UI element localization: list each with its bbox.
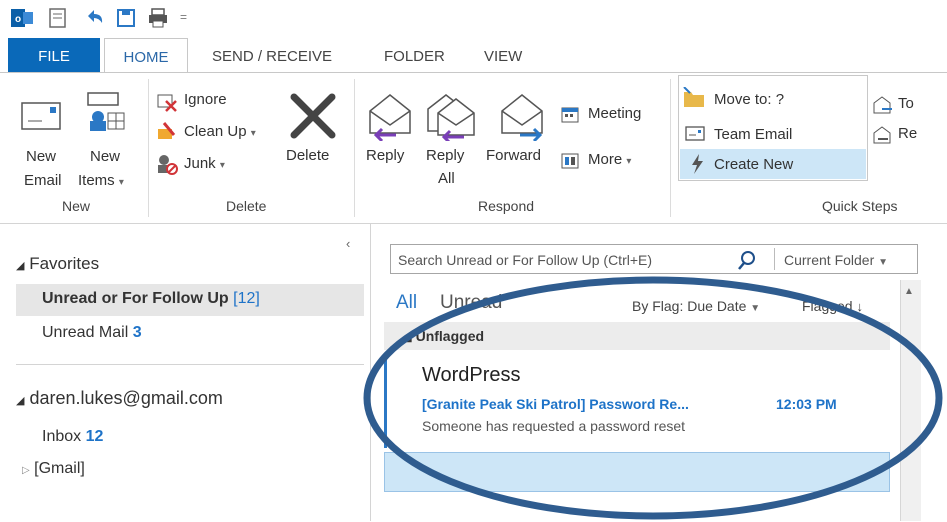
- save-icon[interactable]: [114, 6, 138, 30]
- group-separator: [354, 79, 355, 217]
- reply-all-label-2: All: [438, 170, 455, 187]
- envelope-icon: [21, 102, 61, 130]
- more-label: More ▾: [588, 151, 632, 168]
- folder-unread-mail[interactable]: Unread Mail 3: [42, 324, 142, 342]
- forward-button[interactable]: Forward: [486, 85, 558, 185]
- tab-send-receive[interactable]: SEND / RECEIVE: [212, 38, 332, 72]
- forward-icon: [501, 94, 543, 141]
- pane-divider: [16, 364, 364, 365]
- new-items-label: New: [90, 148, 121, 165]
- folder-inbox[interactable]: Inbox 12: [42, 428, 103, 446]
- envelope-arrow-icon: [873, 96, 892, 114]
- folder-unread-or-follow-up[interactable]: Unread or For Follow Up [12]: [42, 290, 260, 308]
- group-separator: [148, 79, 149, 217]
- tab-folder[interactable]: FOLDER: [384, 38, 445, 72]
- group-label-delete: Delete: [226, 198, 267, 214]
- meeting-label: Meeting: [588, 105, 642, 122]
- collapse-pane-icon[interactable]: ‹: [346, 236, 350, 251]
- group-label-respond: Respond: [478, 198, 535, 214]
- search-divider: [774, 248, 775, 270]
- reply-all-icon: [427, 94, 475, 141]
- customize-qat-icon[interactable]: =: [180, 10, 187, 24]
- account-header[interactable]: ◢ daren.lukes@gmail.com: [16, 388, 223, 409]
- tab-view[interactable]: VIEW: [484, 38, 522, 72]
- favorites-header[interactable]: ◢ Favorites: [16, 254, 99, 274]
- meeting-calendar-icon: [561, 107, 579, 123]
- undo-icon[interactable]: [82, 6, 106, 30]
- quick-step-create-new[interactable]: Create New: [680, 149, 866, 179]
- forward-label: Forward: [486, 147, 542, 164]
- quick-step-to-manager[interactable]: To: [872, 93, 947, 115]
- send-receive-all-icon[interactable]: [46, 6, 70, 30]
- reply-all-button[interactable]: Reply All: [422, 85, 484, 195]
- folder-move-icon: [683, 87, 704, 107]
- delete-label: Delete: [286, 147, 330, 164]
- reply-icon: [369, 94, 411, 141]
- search-scope-dropdown[interactable]: Current Folder ▼: [784, 252, 888, 268]
- clean-up-button[interactable]: Clean Up ▾: [156, 121, 286, 145]
- ignore-button[interactable]: Ignore: [156, 91, 276, 115]
- new-items-button[interactable]: [78, 87, 134, 183]
- new-items-icon: [87, 92, 125, 131]
- print-icon[interactable]: [146, 6, 170, 30]
- tab-home[interactable]: HOME: [104, 38, 188, 74]
- delete-x-icon: [290, 93, 336, 139]
- collapsed-triangle-icon: ▷: [22, 465, 30, 476]
- quick-access-toolbar: o =: [0, 0, 947, 38]
- ribbon: New Email New Items ▾ New Ignore Clean U…: [0, 72, 947, 224]
- lightning-icon: [692, 154, 703, 174]
- reply-label: Reply: [366, 147, 405, 164]
- move-to-label: Move to: ?: [714, 91, 785, 108]
- quick-step-reply-delete[interactable]: Re: [872, 123, 947, 145]
- new-items-label-2: Items ▾: [78, 172, 124, 189]
- reply-all-label: Reply: [426, 147, 465, 164]
- group-label-new: New: [62, 198, 91, 214]
- quick-step-team-email[interactable]: Team Email: [682, 121, 862, 145]
- to-manager-label: To: [898, 95, 914, 112]
- team-email-icon: [685, 126, 705, 141]
- search-placeholder: Search Unread or For Follow Up (Ctrl+E): [398, 252, 653, 268]
- junk-label: Junk ▾: [184, 155, 225, 172]
- ribbon-tab-bar: FILE HOME SEND / RECEIVE FOLDER VIEW: [0, 38, 947, 74]
- expand-triangle-icon: ◢: [16, 395, 25, 407]
- annotation-oval: [363, 276, 943, 520]
- folder-pane: ‹ ◢ Favorites Unread or For Follow Up [1…: [0, 224, 368, 521]
- folder-gmail[interactable]: ▷ [Gmail]: [22, 460, 85, 478]
- meeting-button[interactable]: Meeting: [560, 103, 660, 127]
- junk-button[interactable]: Junk ▾: [156, 151, 256, 175]
- create-new-label: Create New: [714, 156, 794, 173]
- delete-button[interactable]: Delete: [280, 85, 346, 185]
- outlook-app-icon: o: [11, 9, 33, 27]
- more-icon: [561, 153, 579, 169]
- ignore-label: Ignore: [184, 91, 227, 108]
- search-icon[interactable]: [736, 249, 758, 271]
- tab-file[interactable]: FILE: [8, 38, 100, 72]
- reply-button[interactable]: Reply: [360, 85, 418, 185]
- group-separator: [670, 79, 671, 217]
- group-label-quick-steps: Quick Steps: [822, 198, 898, 214]
- new-email-button[interactable]: [20, 87, 66, 183]
- envelope-reply-icon: [873, 126, 891, 144]
- quick-step-move-to[interactable]: Move to: ?: [682, 87, 862, 111]
- expand-triangle-icon: ◢: [16, 260, 25, 272]
- clean-up-label: Clean Up ▾: [184, 123, 256, 140]
- new-email-label-2: Email: [24, 172, 62, 189]
- ignore-icon: [157, 94, 177, 112]
- junk-icon: [158, 155, 178, 175]
- team-email-label: Team Email: [714, 126, 793, 143]
- new-email-label: New: [26, 148, 57, 165]
- clean-up-icon: [158, 122, 176, 139]
- svg-text:o: o: [15, 14, 21, 25]
- reply-delete-label: Re: [898, 125, 918, 142]
- more-respond-button[interactable]: More ▾: [560, 149, 660, 173]
